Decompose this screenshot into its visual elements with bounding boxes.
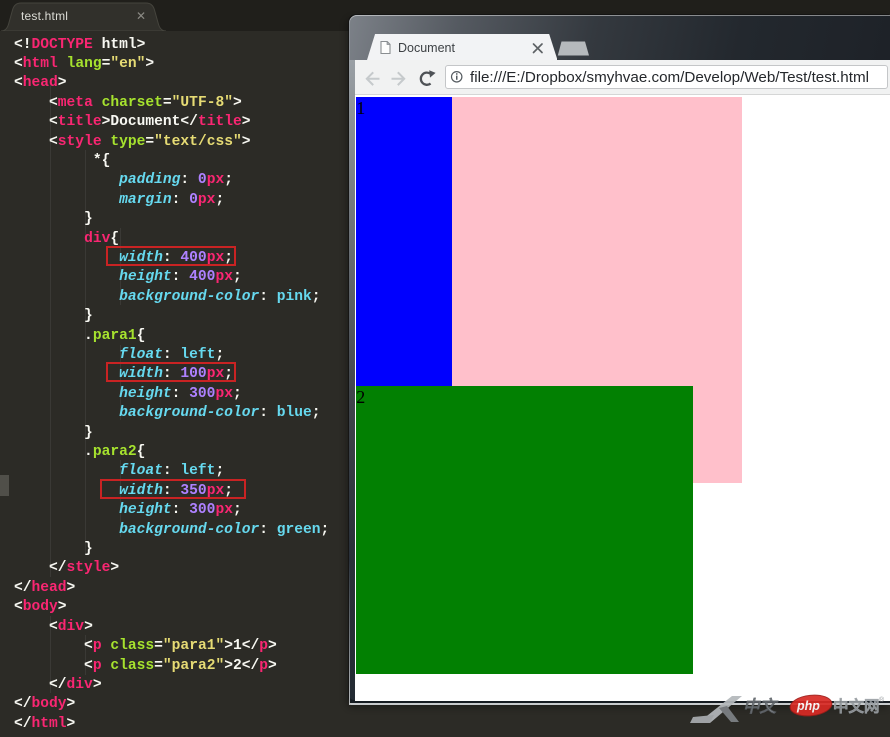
svg-text:中文网: 中文网 <box>833 697 880 716</box>
svg-text:中文: 中文 <box>743 697 779 716</box>
svg-text:®: ® <box>879 696 885 704</box>
svg-text:php: php <box>796 699 820 713</box>
